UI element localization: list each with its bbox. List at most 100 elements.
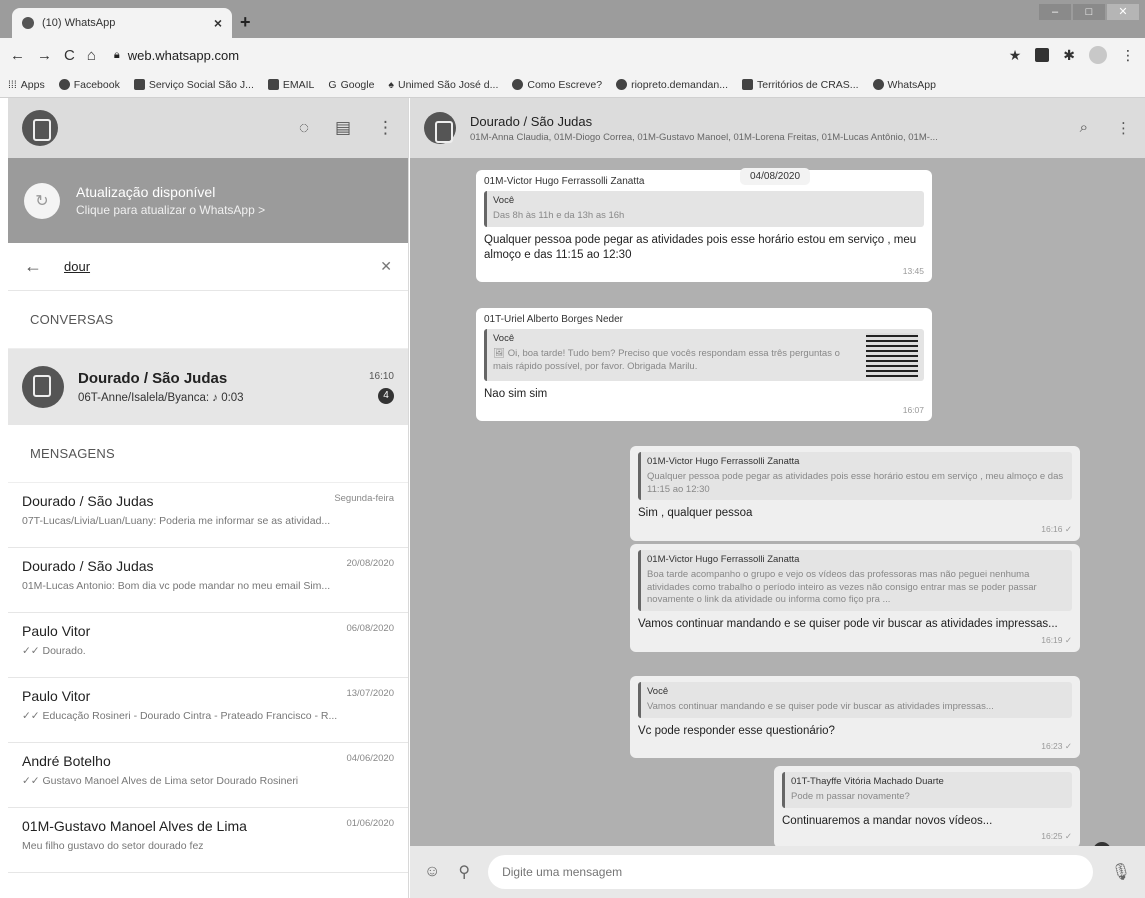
message-bubble-incoming[interactable]: 01M-Victor Hugo Ferrassolli Zanatta Você… bbox=[476, 170, 932, 282]
quoted-sender: Você bbox=[493, 333, 515, 344]
home-icon[interactable]: ⌂ bbox=[87, 47, 96, 64]
search-input[interactable] bbox=[64, 259, 381, 274]
message-time: 16:16 ✓ bbox=[1041, 523, 1072, 534]
quoted-message[interactable]: 01M-Victor Hugo Ferrassolli Zanatta Qual… bbox=[638, 452, 1072, 501]
grid-icon bbox=[267, 79, 279, 90]
message-time: 13:45 bbox=[902, 265, 924, 276]
chat-preview: 06T-Anne/Isalela/Byanca: ♪ 0:03 bbox=[78, 392, 244, 404]
message-time: 16:25 ✓ bbox=[1041, 831, 1072, 842]
bookmarks-bar: ⁞⁞⁞ Apps Facebook Serviço Social São J...… bbox=[0, 72, 1145, 98]
quoted-text: Vamos continuar mandando e se quiser pod… bbox=[647, 700, 994, 712]
message-result-item[interactable]: Dourado / São Judas 20/08/2020 01M-Lucas … bbox=[8, 548, 408, 613]
quoted-message[interactable]: Você Das 8h às 11h e da 13h as 16h bbox=[484, 191, 924, 227]
message-bubble-outgoing[interactable]: 01T-Thayffe Vitória Machado Duarte Pode … bbox=[774, 766, 1080, 846]
group-avatar[interactable] bbox=[424, 112, 456, 144]
conversation-header[interactable]: Dourado / São Judas 01M-Anna Claudia, 01… bbox=[410, 98, 1145, 158]
result-preview: Meu filho gustavo do setor dourado fez bbox=[22, 840, 204, 852]
browser-tab-bar: (10) WhatsApp × + – □ ✕ bbox=[0, 0, 1145, 38]
message-text: Sim , qualquer pessoa bbox=[638, 507, 753, 520]
message-result-item[interactable]: Paulo Vitor 13/07/2020 ✓✓ Educação Rosine… bbox=[8, 678, 408, 743]
conversation-menu-icon[interactable]: ⋮ bbox=[1116, 119, 1131, 137]
extension-icon[interactable] bbox=[1035, 48, 1050, 62]
result-preview: ✓✓ Gustavo Manoel Alves de Lima setor Do… bbox=[22, 775, 299, 787]
bookmark-apps[interactable]: ⁞⁞⁞ Apps bbox=[8, 79, 45, 91]
quoted-sender: Você bbox=[647, 686, 669, 697]
new-chat-icon[interactable]: ▤ bbox=[335, 118, 351, 138]
message-list[interactable]: 01M-Victor Hugo Ferrassolli Zanatta Você… bbox=[410, 158, 1145, 846]
reload-icon[interactable]: C bbox=[64, 47, 75, 64]
quoted-text: Das 8h às 11h e da 13h as 16h bbox=[493, 209, 625, 221]
extensions-puzzle-icon[interactable]: ✱ bbox=[1063, 47, 1075, 64]
tab-title: (10) WhatsApp bbox=[42, 17, 116, 29]
url-text: web.whatsapp.com bbox=[127, 47, 240, 63]
attach-icon[interactable]: ⚲ bbox=[458, 862, 470, 882]
bookmark-territorios[interactable]: Territórios de CRAS... bbox=[742, 79, 859, 91]
url-field[interactable]: 🔒︎ web.whatsapp.com bbox=[114, 48, 239, 63]
forward-arrow-icon[interactable]: → bbox=[37, 47, 52, 64]
profile-avatar-icon[interactable] bbox=[1089, 46, 1107, 64]
message-bubble-outgoing[interactable]: 01M-Victor Hugo Ferrassolli Zanatta Qual… bbox=[630, 446, 1080, 541]
clear-search-icon[interactable]: ✕ bbox=[380, 258, 392, 275]
quoted-message[interactable]: 01M-Victor Hugo Ferrassolli Zanatta Boa … bbox=[638, 550, 1072, 612]
bookmark-servico-social[interactable]: Serviço Social São J... bbox=[133, 79, 254, 91]
menu-icon[interactable]: ⋮ bbox=[377, 118, 394, 138]
message-input[interactable] bbox=[488, 855, 1093, 889]
bookmark-whatsapp[interactable]: WhatsApp bbox=[872, 79, 936, 91]
status-icon[interactable]: ◌ bbox=[299, 118, 309, 138]
message-sender: 01M-Victor Hugo Ferrassolli Zanatta bbox=[484, 176, 645, 187]
new-tab-button[interactable]: + bbox=[240, 12, 251, 33]
quoted-sender: 01T-Thayffe Vitória Machado Duarte bbox=[791, 776, 944, 787]
back-arrow-icon[interactable]: ← bbox=[24, 256, 42, 277]
update-subtitle[interactable]: Clique para atualizar o WhatsApp > bbox=[76, 203, 265, 217]
update-banner[interactable]: ↻ Atualização disponível Clique para atu… bbox=[8, 158, 408, 243]
message-bubble-outgoing[interactable]: Você Vamos continuar mandando e se quise… bbox=[630, 676, 1080, 759]
quoted-message[interactable]: Você Vamos continuar mandando e se quise… bbox=[638, 682, 1072, 718]
quoted-sender: Você bbox=[493, 195, 515, 206]
circle-icon bbox=[512, 79, 524, 90]
message-text: Nao sim sim bbox=[484, 388, 548, 400]
quoted-sender: 01M-Victor Hugo Ferrassolli Zanatta bbox=[647, 456, 800, 467]
bookmark-unimed[interactable]: ♠ Unimed São José d... bbox=[388, 79, 498, 91]
conversation-members: 01M-Anna Claudia, 01M-Diogo Correa, 01M-… bbox=[470, 131, 938, 143]
microphone-icon[interactable]: 🎙︎ bbox=[1111, 862, 1131, 882]
result-name: André Botelho bbox=[22, 753, 111, 769]
browser-menu-icon[interactable]: ⋮ bbox=[1121, 47, 1135, 64]
search-icon[interactable]: ⌕ bbox=[1080, 119, 1088, 137]
result-preview: ✓✓ Educação Rosineri - Dourado Cintra - … bbox=[22, 710, 338, 722]
message-result-item[interactable]: Dourado / São Judas Segunda-feira 07T-Luc… bbox=[8, 483, 408, 548]
browser-tab[interactable]: (10) WhatsApp × bbox=[12, 8, 232, 38]
result-date: 20/08/2020 bbox=[346, 558, 394, 569]
message-text: Vc pode responder esse questionário? bbox=[638, 724, 835, 737]
message-bubble-outgoing[interactable]: 01M-Victor Hugo Ferrassolli Zanatta Boa … bbox=[630, 544, 1080, 652]
back-arrow-icon[interactable]: ← bbox=[10, 47, 25, 64]
mail-icon bbox=[133, 79, 145, 90]
bookmark-star-icon[interactable]: ★ bbox=[1009, 47, 1022, 64]
tab-close-icon[interactable]: × bbox=[214, 15, 222, 31]
message-bubble-incoming[interactable]: 01T-Uriel Alberto Borges Neder Você 🖼 Oi… bbox=[476, 308, 932, 421]
bookmark-google[interactable]: G Google bbox=[328, 79, 374, 91]
message-time: 16:23 ✓ bbox=[1041, 741, 1072, 752]
unread-badge: 4 bbox=[378, 387, 394, 404]
message-result-item[interactable]: André Botelho 04/06/2020 ✓✓ Gustavo Manoe… bbox=[8, 743, 408, 808]
emoji-icon[interactable]: ☺ bbox=[424, 863, 440, 881]
maximize-button[interactable]: □ bbox=[1073, 4, 1105, 20]
user-avatar[interactable] bbox=[22, 110, 58, 146]
quoted-message[interactable]: Você 🖼 Oi, boa tarde! Tudo bem? Preciso … bbox=[484, 329, 924, 381]
quoted-message[interactable]: 01T-Thayffe Vitória Machado Duarte Pode … bbox=[782, 772, 1072, 808]
window-close-button[interactable]: ✕ bbox=[1107, 4, 1139, 20]
bookmark-como-escreve[interactable]: Como Escreve? bbox=[512, 79, 602, 91]
message-result-item[interactable]: Paulo Vitor 06/08/2020 ✓✓ Dourado. bbox=[8, 613, 408, 678]
result-name: Dourado / São Judas bbox=[22, 558, 154, 574]
chat-list-item-active[interactable]: Dourado / São Judas 06T-Anne/Isalela/Bya… bbox=[8, 349, 408, 425]
minimize-button[interactable]: – bbox=[1039, 4, 1071, 20]
bookmark-email[interactable]: EMAIL bbox=[267, 79, 314, 91]
message-time: 16:19 ✓ bbox=[1041, 634, 1072, 645]
result-date: 06/08/2020 bbox=[346, 623, 394, 634]
message-result-item[interactable]: 01M-Gustavo Manoel Alves de Lima 01/06/20… bbox=[8, 808, 408, 873]
conversation-title: Dourado / São Judas bbox=[470, 113, 593, 129]
message-text: Vamos continuar mandando e se quiser pod… bbox=[638, 618, 1058, 631]
bookmark-facebook[interactable]: Facebook bbox=[58, 79, 120, 91]
whatsapp-favicon-icon bbox=[22, 17, 34, 29]
result-preview: 07T-Lucas/Livia/Luan/Luany: Poderia me i… bbox=[22, 515, 331, 527]
bookmark-riopreto[interactable]: riopreto.demandan... bbox=[616, 79, 728, 91]
